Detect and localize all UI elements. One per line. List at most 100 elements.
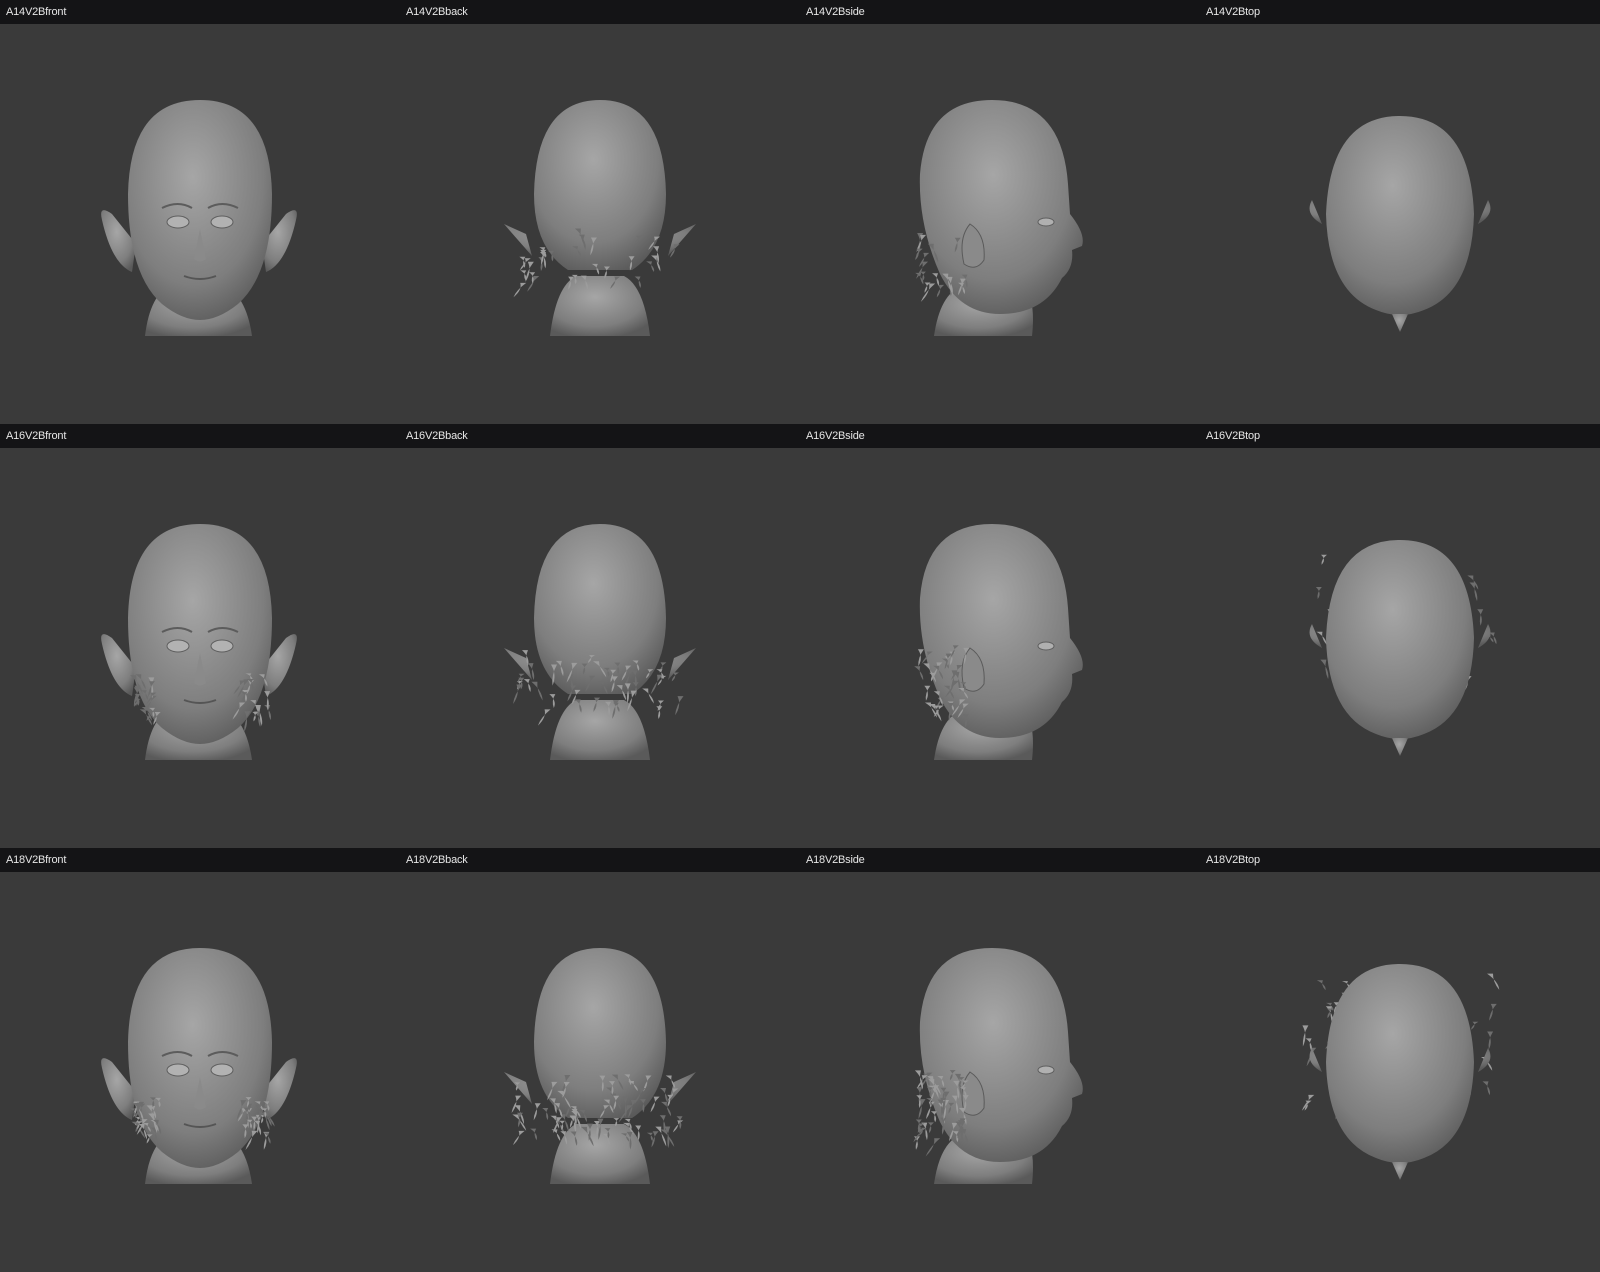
hair-strand — [930, 1111, 937, 1123]
head-render-side — [913, 948, 1083, 1184]
render-canvas[interactable] — [0, 24, 400, 424]
hair-strand — [914, 666, 924, 681]
hair-strand — [1316, 980, 1326, 991]
render-canvas[interactable] — [400, 24, 800, 424]
render-canvas[interactable] — [800, 448, 1200, 848]
hair-strand — [925, 1138, 941, 1157]
viewport-a16v2b-top[interactable]: A16V2Btop — [1200, 424, 1600, 848]
head-mesh — [919, 524, 1083, 738]
eye — [1037, 641, 1055, 651]
viewport-a14v2b-front[interactable]: A14V2Bfront — [0, 0, 400, 424]
head-render-back — [504, 948, 696, 1184]
head-mesh — [1326, 116, 1474, 315]
hair-strand — [542, 1107, 549, 1121]
eye — [1037, 217, 1055, 227]
viewport-label: A18V2Bfront — [0, 848, 400, 872]
eye-left — [166, 639, 190, 653]
hair-strand — [531, 681, 543, 701]
head-mesh — [919, 100, 1083, 314]
viewport-label: A14V2Bside — [800, 0, 1200, 24]
render-canvas[interactable] — [400, 872, 800, 1272]
hair-strand — [927, 1122, 934, 1134]
render-canvas[interactable] — [1200, 872, 1600, 1272]
eye-right — [210, 639, 234, 653]
hair-strand — [1302, 1025, 1309, 1047]
render-canvas[interactable] — [0, 872, 400, 1272]
viewport-a18v2b-top[interactable]: A18V2Btop — [1200, 848, 1600, 1272]
hair-strand — [551, 1129, 561, 1142]
viewport-a18v2b-side[interactable]: A18V2Bside — [800, 848, 1200, 1272]
head-render-top — [1301, 964, 1500, 1180]
hair-strand — [1489, 1003, 1497, 1021]
nose-tip — [1392, 1162, 1408, 1180]
viewport-a14v2b-side[interactable]: A14V2Bside — [800, 0, 1200, 424]
viewport-a14v2b-back[interactable]: A14V2Bback — [400, 0, 800, 424]
hair-strand — [660, 1088, 668, 1104]
hair-strand — [1487, 973, 1500, 990]
hair-strand — [936, 284, 945, 298]
viewport-label: A16V2Bfront — [0, 424, 400, 448]
head-mesh — [1326, 540, 1474, 739]
viewport-a18v2b-front[interactable]: A18V2Bfront — [0, 848, 400, 1272]
hair-strand — [665, 1075, 676, 1089]
hair-strand — [1470, 1021, 1479, 1030]
render-canvas[interactable] — [400, 448, 800, 848]
hair-strand — [537, 709, 551, 726]
hair-strand — [675, 696, 684, 716]
render-canvas[interactable] — [0, 448, 400, 848]
hair-strand — [915, 261, 929, 279]
hair-strand — [920, 283, 936, 302]
viewport-a16v2b-front[interactable]: A16V2Bfront — [0, 424, 400, 848]
hair-strand — [513, 1130, 525, 1145]
hair-strand — [523, 679, 531, 692]
head-mesh — [919, 948, 1083, 1162]
head-render-back — [504, 524, 696, 760]
eye-right — [210, 215, 234, 229]
render-canvas[interactable] — [1200, 448, 1600, 848]
head-render-top — [1309, 540, 1497, 756]
render-canvas[interactable] — [800, 24, 1200, 424]
head-render-front — [101, 100, 297, 336]
hair-strand — [1305, 1038, 1312, 1051]
eye-left — [166, 215, 190, 229]
viewport-a16v2b-back[interactable]: A16V2Bback — [400, 424, 800, 848]
render-canvas[interactable] — [1200, 24, 1600, 424]
eye-right — [210, 1063, 234, 1077]
head-mesh — [534, 948, 666, 1118]
hair-strand — [672, 1120, 684, 1133]
viewport-a16v2b-side[interactable]: A16V2Bside — [800, 424, 1200, 848]
head-mesh — [128, 524, 272, 744]
viewport-label: A14V2Btop — [1200, 0, 1600, 24]
hair-strand — [924, 685, 931, 701]
head-render-side — [914, 524, 1083, 760]
hair-strand — [1482, 1081, 1491, 1096]
eye-left — [166, 1063, 190, 1077]
head-render-top — [1309, 116, 1491, 332]
hair-strand — [914, 1070, 923, 1090]
head-render-side — [915, 100, 1083, 336]
hair-strand — [1487, 1031, 1494, 1050]
hair-strand — [646, 261, 655, 273]
hair-strand — [1320, 554, 1327, 565]
viewport-label: A18V2Bside — [800, 848, 1200, 872]
hair-strand — [657, 700, 664, 712]
hair-strand — [263, 1132, 271, 1144]
viewport-label: A14V2Bfront — [0, 0, 400, 24]
hair-strand — [513, 282, 527, 298]
hair-strand — [549, 694, 556, 708]
hair-strand — [660, 1101, 672, 1117]
head-mesh — [534, 100, 666, 270]
viewport-a14v2b-top[interactable]: A14V2Btop — [1200, 0, 1600, 424]
viewport-grid: A14V2Bfront A14V2Bback A14V2Bside A14V2B… — [0, 0, 1600, 1272]
hair-strand — [1477, 609, 1484, 626]
hair-strand — [917, 649, 924, 667]
viewport-label: A18V2Bback — [400, 848, 800, 872]
viewport-a18v2b-back[interactable]: A18V2Bback — [400, 848, 800, 1272]
viewport-label: A16V2Bside — [800, 424, 1200, 448]
render-canvas[interactable] — [800, 872, 1200, 1272]
viewport-label: A16V2Btop — [1200, 424, 1600, 448]
head-mesh — [1326, 964, 1474, 1163]
viewport-label: A16V2Bback — [400, 424, 800, 448]
hair-strand — [653, 246, 660, 264]
hair-strand — [530, 1128, 538, 1141]
